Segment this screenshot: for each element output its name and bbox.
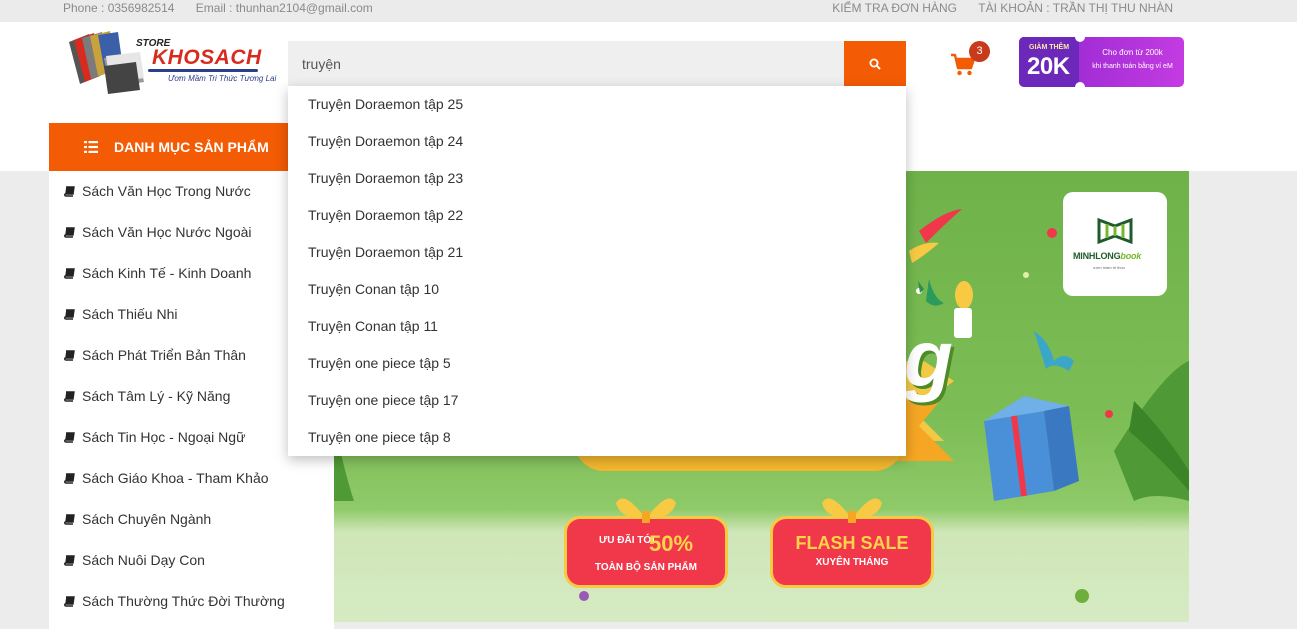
suggestion-item[interactable]: Truyện Doraemon tập 25 — [308, 92, 463, 116]
partner-logo-suffix: book — [1120, 251, 1142, 261]
category-item[interactable]: Sách Chuyên Ngành — [64, 507, 211, 531]
search-bar — [288, 41, 906, 86]
phone-text: Phone : 0356982514 — [63, 1, 175, 15]
deal-50-button[interactable]: ƯU ĐÃI TỚI 50% TOÀN BỘ SẢN PHẨM — [564, 498, 728, 588]
category-item[interactable]: Sách Tâm Lý - Kỹ Năng — [64, 384, 230, 408]
list-icon — [84, 141, 98, 153]
category-item-label: Sách Văn Học Nước Ngoài — [82, 224, 252, 240]
banner-headline-letter: g — [904, 314, 953, 403]
cart-count-badge: 3 — [969, 41, 990, 62]
logo-brand-text: KHOSACH — [152, 46, 262, 69]
minhlong-book-icon — [1097, 217, 1133, 245]
deal-prefix: ƯU ĐÃI TỚI — [599, 535, 655, 546]
category-item-label: Sách Chuyên Ngành — [82, 511, 212, 527]
gift-bow-icon — [616, 498, 676, 523]
promo-line2: khi thanh toán bằng ví eM — [1092, 63, 1173, 70]
category-item[interactable]: Sách Thiếu Nhi — [64, 302, 177, 326]
category-item[interactable]: Sách Thường Thức Đời Thường — [64, 589, 285, 613]
partner-logo-name: MINHLONG — [1073, 251, 1121, 261]
category-header-label: DANH MỤC SẢN PHẨM — [114, 139, 269, 155]
book-icon — [64, 308, 75, 320]
category-item-label: Sách Thường Thức Đời Thường — [82, 593, 285, 609]
suggestion-item[interactable]: Truyện one piece tập 8 — [308, 425, 451, 449]
search-input[interactable] — [288, 41, 844, 86]
logo-swoosh — [148, 69, 258, 72]
search-suggestions-dropdown: Truyện Doraemon tập 25 Truyện Doraemon tậ… — [288, 86, 906, 456]
category-item[interactable]: Sách Tin Học - Ngoại Ngữ — [64, 425, 245, 449]
suggestion-item[interactable]: Truyện one piece tập 5 — [308, 351, 451, 375]
book-icon — [64, 431, 75, 443]
promo-line1: Cho đơn từ 200k — [1102, 48, 1163, 57]
category-item-label: Sách Tâm Lý - Kỹ Năng — [82, 388, 231, 404]
flash-sale-button[interactable]: FLASH SALE XUYÊN THÁNG — [770, 498, 934, 588]
suggestion-item[interactable]: Truyện Conan tập 10 — [308, 277, 439, 301]
suggestion-item[interactable]: Truyện one piece tập 17 — [308, 388, 458, 412]
category-item-label: Sách Văn Học Trong Nước — [82, 183, 251, 199]
book-icon — [64, 595, 75, 607]
category-item[interactable]: Sách Phát Triển Bản Thân — [64, 343, 246, 367]
top-bar: Phone : 0356982514 Email : thunhan2104@g… — [0, 0, 1297, 22]
book-icon — [64, 226, 75, 238]
category-item-label: Sách Phát Triển Bản Thân — [82, 347, 246, 363]
partner-logo-card: MINHLONGbook ươm mầm tri thức — [1063, 192, 1167, 296]
category-item-label: Sách Giáo Khoa - Tham Khảo — [82, 470, 269, 486]
flash-sale-title: FLASH SALE — [795, 533, 909, 553]
search-icon — [869, 58, 881, 70]
suggestion-item[interactable]: Truyện Conan tập 11 — [308, 314, 438, 338]
promo-notch-bottom — [1075, 82, 1085, 87]
email-text: Email : thunhan2104@gmail.com — [195, 1, 373, 15]
promo-label-big: 20K — [1027, 53, 1070, 80]
category-item-label: Sách Nuôi Dạy Con — [82, 552, 205, 568]
category-item[interactable]: Sách Kinh Tế - Kinh Doanh — [64, 261, 251, 285]
category-item[interactable]: Sách Nuôi Dạy Con — [64, 548, 205, 572]
flash-sale-sub: XUYÊN THÁNG — [815, 557, 889, 568]
category-item[interactable]: Sách Giáo Khoa - Tham Khảo — [64, 466, 269, 490]
deal-percent: 50% — [649, 531, 694, 556]
suggestion-item[interactable]: Truyện Doraemon tập 21 — [308, 240, 463, 264]
category-item-label: Sách Tin Học - Ngoại Ngữ — [82, 429, 246, 445]
book-icon — [64, 267, 75, 279]
contact-info: Phone : 0356982514 Email : thunhan2104@g… — [63, 1, 391, 15]
search-button[interactable] — [844, 41, 906, 86]
book-icon — [64, 554, 75, 566]
book-icon — [64, 472, 75, 484]
deal-sub: TOÀN BỘ SẢN PHẨM — [594, 562, 698, 573]
partner-tagline: ươm mầm tri thức — [1093, 265, 1126, 270]
category-item-label: Sách Kinh Tế - Kinh Doanh — [82, 265, 252, 281]
account-link[interactable]: TÀI KHOẢN : TRẦN THỊ THU NHÀN — [978, 1, 1173, 15]
site-logo[interactable]: STORE KHOSACH Ươm Mầm Tri Thức Tương Lai — [64, 30, 278, 96]
suggestion-item[interactable]: Truyện Doraemon tập 23 — [308, 166, 463, 190]
promo-notch-top — [1075, 37, 1085, 42]
suggestion-item[interactable]: Truyện Doraemon tập 24 — [308, 129, 463, 153]
book-icon — [64, 349, 75, 361]
logo-slogan: Ươm Mầm Tri Thức Tương Lai — [168, 74, 277, 83]
suggestion-item[interactable]: Truyện Doraemon tập 22 — [308, 203, 463, 227]
promo-banner[interactable]: GIẢM THÊM 20K Cho đơn từ 200k khi thanh … — [1019, 37, 1184, 87]
gift-bow-icon — [822, 498, 882, 523]
category-item[interactable]: Sách Văn Học Trong Nước — [64, 179, 251, 203]
promo-label-small: GIẢM THÊM — [1029, 44, 1070, 51]
book-icon — [64, 390, 75, 402]
check-order-link[interactable]: KIỂM TRA ĐƠN HÀNG — [832, 1, 957, 15]
category-item[interactable]: Sách Văn Học Nước Ngoài — [64, 220, 252, 244]
book-icon — [64, 513, 75, 525]
partner-logo-text: MINHLONGbook — [1073, 251, 1141, 261]
book-icon — [64, 185, 75, 197]
category-item-label: Sách Thiếu Nhi — [82, 306, 178, 322]
category-menu-button[interactable]: DANH MỤC SẢN PHẨM — [49, 123, 289, 171]
top-links: KIỂM TRA ĐƠN HÀNG TÀI KHOẢN : TRẦN THỊ T… — [814, 1, 1173, 15]
